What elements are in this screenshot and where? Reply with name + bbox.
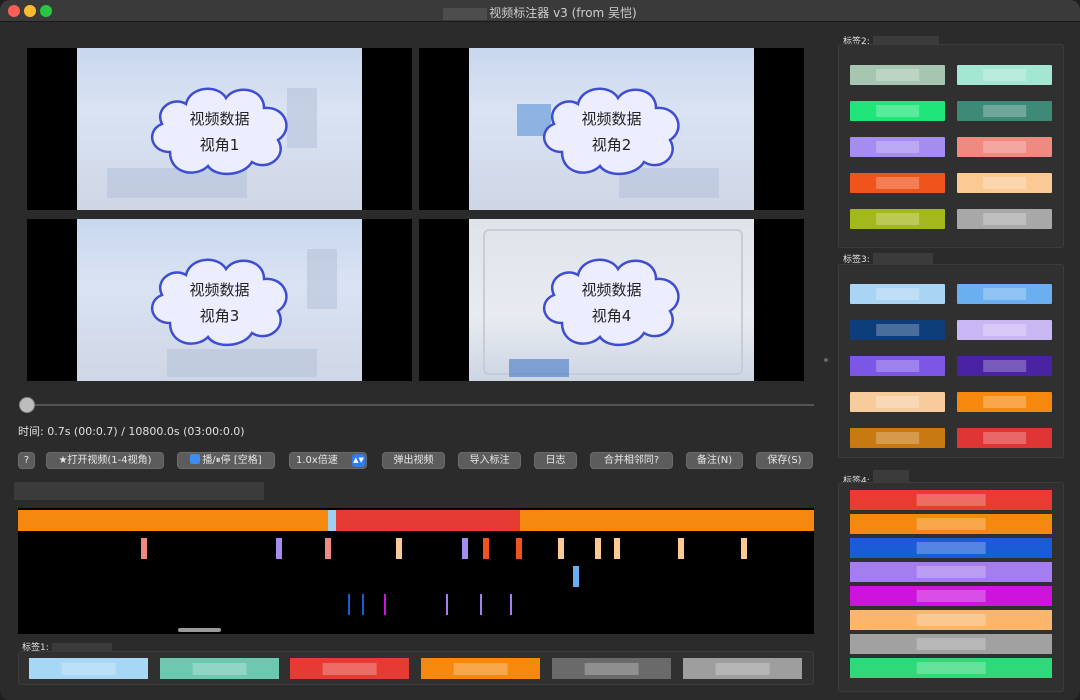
tag2-button[interactable]: [957, 173, 1052, 193]
timeline-marker[interactable]: [325, 538, 331, 559]
video-label-line1: 视频数据: [189, 281, 250, 299]
tag2-button[interactable]: [850, 101, 945, 121]
timeline-marker[interactable]: [480, 594, 482, 615]
tag2-button[interactable]: [850, 173, 945, 193]
redacted-info-bar: [14, 482, 264, 500]
timeline-marker[interactable]: [595, 538, 601, 559]
tag4-button[interactable]: [850, 658, 1052, 678]
tag2-button[interactable]: [957, 209, 1052, 229]
tag4-button[interactable]: [850, 586, 1052, 606]
timeline-segment[interactable]: [336, 510, 520, 531]
title-bar: 视频标注器 v3 (from 吴恺): [0, 0, 1080, 22]
video-view-3[interactable]: 视频数据 视角3: [27, 219, 412, 381]
help-button[interactable]: ?: [18, 452, 35, 469]
tag4-button[interactable]: [850, 538, 1052, 558]
import-labels-button[interactable]: 导入标注: [458, 452, 521, 469]
timeline-marker[interactable]: [276, 538, 282, 559]
play-icon: [190, 454, 201, 464]
tag2-button[interactable]: [850, 209, 945, 229]
tag3-button[interactable]: [957, 320, 1052, 340]
tag1-button[interactable]: [160, 658, 279, 679]
tag3-button[interactable]: [957, 428, 1052, 448]
timeline-marker[interactable]: [362, 594, 364, 615]
timeline-marker[interactable]: [141, 538, 147, 559]
tag4-button[interactable]: [850, 562, 1052, 582]
tag1-button[interactable]: [290, 658, 409, 679]
tag3-button[interactable]: [957, 392, 1052, 412]
cloud-overlay: 视频数据 视角1: [140, 74, 300, 184]
timeline-marker[interactable]: [384, 594, 386, 615]
speed-select[interactable]: 1.0x倍速 ▲▼: [289, 452, 367, 469]
tag3-button[interactable]: [850, 320, 945, 340]
annotation-timeline[interactable]: [18, 508, 814, 634]
timeline-marker[interactable]: [483, 538, 489, 559]
tag2-button[interactable]: [957, 65, 1052, 85]
chevron-updown-icon: ▲▼: [352, 454, 365, 467]
play-pause-button[interactable]: 播/⏸停 [空格]: [177, 452, 275, 469]
tag2-button[interactable]: [850, 65, 945, 85]
timeline-marker[interactable]: [510, 594, 512, 615]
video-label-line2: 视角1: [199, 136, 240, 154]
timeline-segment[interactable]: [328, 510, 336, 531]
video-view-2[interactable]: 视频数据 视角2: [419, 48, 804, 210]
merge-adjacent-button[interactable]: 合并相邻同?: [590, 452, 673, 469]
video-view-1[interactable]: 视频数据 视角1: [27, 48, 412, 210]
timeline-marker[interactable]: [573, 566, 579, 587]
playback-slider-handle[interactable]: [19, 397, 35, 413]
tag4-button[interactable]: [850, 610, 1052, 630]
timeline-scrollbar[interactable]: [178, 628, 221, 632]
video-label-line2: 视角2: [591, 136, 632, 154]
window-title: 视频标注器 v3 (from 吴恺): [0, 4, 1080, 21]
timeline-marker[interactable]: [558, 538, 564, 559]
open-video-button[interactable]: ★打开视频(1-4视角): [46, 452, 164, 469]
video-label-line2: 视角3: [199, 307, 240, 325]
tag3-button[interactable]: [957, 284, 1052, 304]
timeline-segment[interactable]: [18, 510, 328, 531]
cloud-overlay: 视频数据 视角2: [532, 74, 692, 184]
video-label-line1: 视频数据: [581, 281, 642, 299]
note-button[interactable]: 备注(N): [686, 452, 743, 469]
tag3-button[interactable]: [850, 356, 945, 376]
video-view-4[interactable]: 视频数据 视角4: [419, 219, 804, 381]
timeline-marker[interactable]: [446, 594, 448, 615]
tag1-button[interactable]: [421, 658, 540, 679]
timeline-marker[interactable]: [462, 538, 468, 559]
tag1-button[interactable]: [552, 658, 671, 679]
timeline-marker[interactable]: [516, 538, 522, 559]
video-label-line1: 视频数据: [581, 110, 642, 128]
log-button[interactable]: 日志: [534, 452, 577, 469]
tag4-button[interactable]: [850, 490, 1052, 510]
app-window: 视频标注器 v3 (from 吴恺) 视频数据 视角1 视频数据 视角2 视频数…: [0, 0, 1080, 700]
tag4-button[interactable]: [850, 514, 1052, 534]
timeline-marker[interactable]: [348, 594, 350, 615]
save-button[interactable]: 保存(S): [756, 452, 813, 469]
cloud-overlay: 视频数据 视角3: [140, 245, 300, 355]
popout-video-button[interactable]: 弹出视频: [382, 452, 445, 469]
tag4-button[interactable]: [850, 634, 1052, 654]
tag2-button[interactable]: [957, 137, 1052, 157]
tag2-button[interactable]: [957, 101, 1052, 121]
timeline-marker[interactable]: [678, 538, 684, 559]
video-label-line2: 视角4: [591, 307, 632, 325]
tag3-button[interactable]: [957, 356, 1052, 376]
tag3-button[interactable]: [850, 392, 945, 412]
cloud-overlay: 视频数据 视角4: [532, 245, 692, 355]
tag3-button[interactable]: [850, 284, 945, 304]
video-label-line1: 视频数据: [189, 110, 250, 128]
tag3-button[interactable]: [850, 428, 945, 448]
playback-slider-track[interactable]: [22, 404, 814, 406]
timeline-segment[interactable]: [520, 510, 814, 531]
time-readout: 时间: 0.7s (00:0.7) / 10800.0s (03:00:0.0): [18, 425, 245, 438]
timeline-marker[interactable]: [396, 538, 402, 559]
tag1-button[interactable]: [683, 658, 802, 679]
timeline-marker[interactable]: [741, 538, 747, 559]
tag1-button[interactable]: [29, 658, 148, 679]
tag2-button[interactable]: [850, 137, 945, 157]
splitter-handle[interactable]: [824, 358, 828, 362]
timeline-marker[interactable]: [614, 538, 620, 559]
